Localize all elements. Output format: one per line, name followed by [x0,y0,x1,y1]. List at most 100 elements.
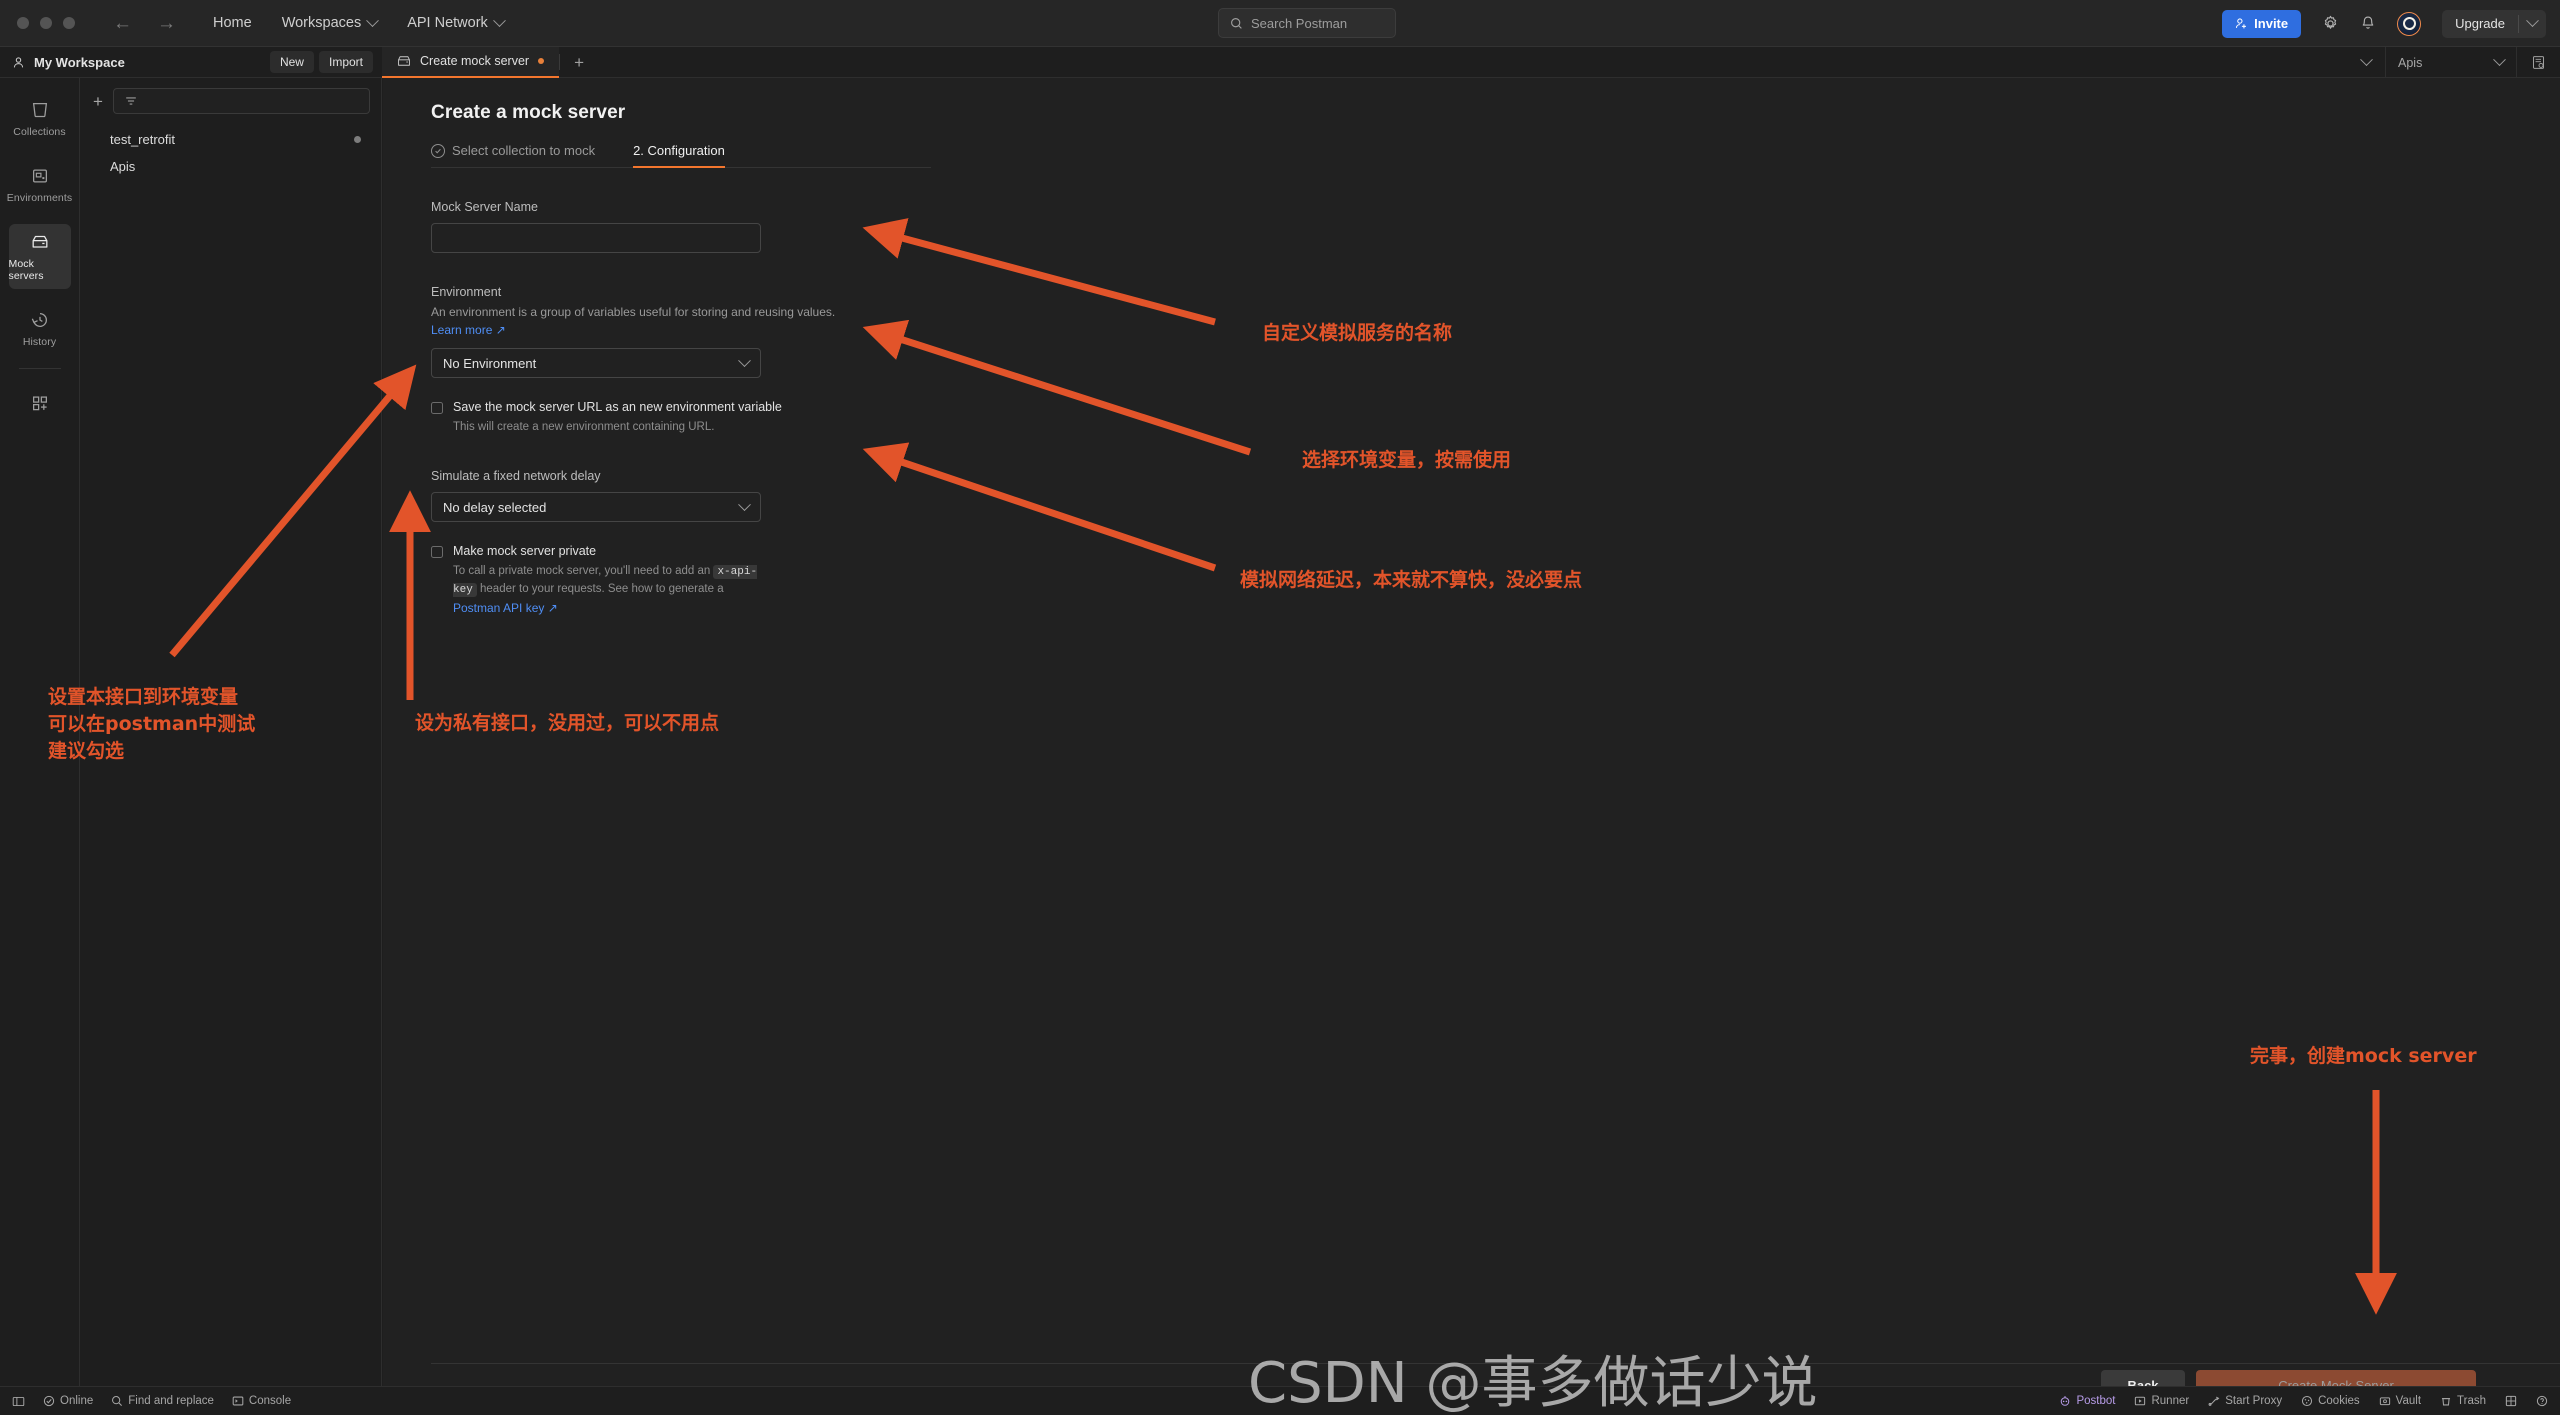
arrow-right-icon[interactable]: → [157,14,176,33]
person-icon [13,56,24,67]
create-mock-server-button[interactable]: + [93,93,103,110]
check-circle-icon [431,143,445,158]
sidebar-item-environments[interactable]: Environments [7,158,72,211]
save-url-checkbox-row: Save the mock server URL as an new envir… [431,400,931,437]
list-item-label: test_retrofit [110,132,176,147]
environment-selected-label: Apis [2398,55,2423,70]
user-plus-icon [2236,18,2247,29]
close-window-button[interactable] [17,17,29,29]
create-mock-server-button[interactable]: Create Mock Server [2196,1370,2476,1386]
form-footer-divider: Back Create Mock Server [431,1363,2560,1386]
chevron-down-icon [738,498,751,511]
find-and-replace-button[interactable]: Find and replace [111,1395,214,1407]
mock-server-name-input[interactable] [431,223,761,253]
invite-button[interactable]: Invite [2222,9,2302,38]
chevron-down-icon [2493,53,2506,67]
nav-home-label: Home [213,15,252,31]
tab-bar: Create mock server + Apis [382,46,2560,78]
postbot-button[interactable]: Postbot [2059,1395,2115,1407]
workspace-header: My Workspace New Import [0,47,382,78]
environment-select-value: No Environment [443,355,537,371]
upgrade-menu-button[interactable] [2519,14,2546,28]
learn-more-link[interactable]: Learn more ↗ [431,323,506,337]
import-button[interactable]: Import [318,51,373,73]
external-link-icon: ↗ [547,601,558,616]
add-panel-button[interactable] [9,385,71,420]
maximize-window-button[interactable] [63,17,75,29]
nav-api-network[interactable]: API Network [407,13,506,31]
search-input[interactable]: Search Postman [1218,8,1396,38]
eye-document-icon [2533,56,2544,69]
window-traffic-lights[interactable] [0,17,75,29]
list-item[interactable]: Apis [80,153,381,180]
invite-label: Invite [2254,16,2289,31]
nav-home[interactable]: Home [213,15,252,31]
rail-label: Mock servers [8,258,44,282]
tab-overflow-button[interactable] [2348,53,2385,67]
nav-workspaces[interactable]: Workspaces [281,13,380,31]
upgrade-button[interactable]: Upgrade [2442,10,2518,38]
environment-quicklook-button[interactable] [2517,55,2560,70]
start-proxy-button[interactable]: Start Proxy [2208,1395,2282,1407]
chevron-down-icon [366,13,380,27]
status-badge [354,136,361,143]
tab-create-mock-server[interactable]: Create mock server [382,46,560,78]
postman-api-key-link[interactable]: Postman API key ↗ [453,601,558,615]
rail-label: History [22,336,57,348]
postman-window: ← → Home Workspaces API Network Search P… [0,0,2560,1415]
step-select-collection[interactable]: Select collection to mock [431,143,595,167]
back-button[interactable]: Back [2101,1370,2185,1386]
sidebar-item-collections[interactable]: Collections [9,92,71,145]
network-delay-select[interactable]: No delay selected [431,492,761,523]
start-proxy-label: Start Proxy [2225,1395,2283,1407]
sidebar-toggle-button[interactable] [12,1395,25,1408]
sidebar-item-mock-servers[interactable]: Mock servers [8,224,71,289]
status-bar-right: Postbot Runner Start Proxy Cookies Vault… [2059,1395,2548,1407]
history-navigation[interactable]: ← → [113,14,176,33]
activity-rail: Collections Environments Mock servers Hi… [0,78,80,1386]
avatar[interactable] [2397,11,2422,36]
step-configuration[interactable]: 2. Configuration [633,143,725,168]
save-url-label: Save the mock server URL as an new envir… [453,400,782,415]
workspace-name[interactable]: My Workspace [12,55,125,70]
bell-icon[interactable] [2360,15,2376,32]
vault-button[interactable]: Vault [2379,1395,2421,1407]
online-status[interactable]: Online [43,1395,93,1407]
new-button[interactable]: New [269,51,314,73]
environment-selector[interactable]: Apis [2386,53,2516,70]
sidebar-filter-input[interactable] [112,88,370,114]
make-private-checkbox[interactable] [431,546,443,559]
tab-unsaved-indicator [538,58,545,64]
cookies-button[interactable]: Cookies [2301,1395,2360,1407]
layout-button[interactable] [2505,1395,2517,1407]
list-item[interactable]: test_retrofit [80,126,381,153]
runner-button[interactable]: Runner [2134,1395,2189,1407]
mock-server-name-label: Mock Server Name [431,200,538,214]
list-item-label: Apis [110,159,136,174]
search-placeholder: Search Postman [1251,15,1348,31]
chevron-down-icon [738,354,751,367]
new-tab-button[interactable]: + [560,54,598,71]
chevron-down-icon [2526,14,2539,28]
trash-button[interactable]: Trash [2440,1395,2486,1407]
workspace-buttons: New Import [269,51,373,73]
private-sub-part2: header to your requests. See how to gene… [476,583,724,596]
environment-select[interactable]: No Environment [431,348,761,379]
gear-icon[interactable] [2322,15,2339,32]
console-button[interactable]: Console [232,1395,291,1407]
main-content: Create a mock server Select collection t… [383,78,2560,1386]
minimize-window-button[interactable] [40,17,52,29]
sidebar-item-history[interactable]: History [9,302,71,355]
vault-icon [2379,1397,2390,1406]
arrow-left-icon[interactable]: ← [113,14,132,33]
nav-workspaces-label: Workspaces [281,15,362,31]
layout-icon [2505,1395,2517,1407]
help-button[interactable] [2536,1395,2548,1407]
save-url-checkbox[interactable] [431,402,443,415]
external-link-icon: ↗ [495,323,506,338]
upgrade-control: Upgrade [2442,9,2546,38]
postbot-icon [2061,1396,2070,1406]
chevron-down-icon [492,13,506,27]
search-icon [112,1396,123,1406]
page-title: Create a mock server [431,102,626,123]
